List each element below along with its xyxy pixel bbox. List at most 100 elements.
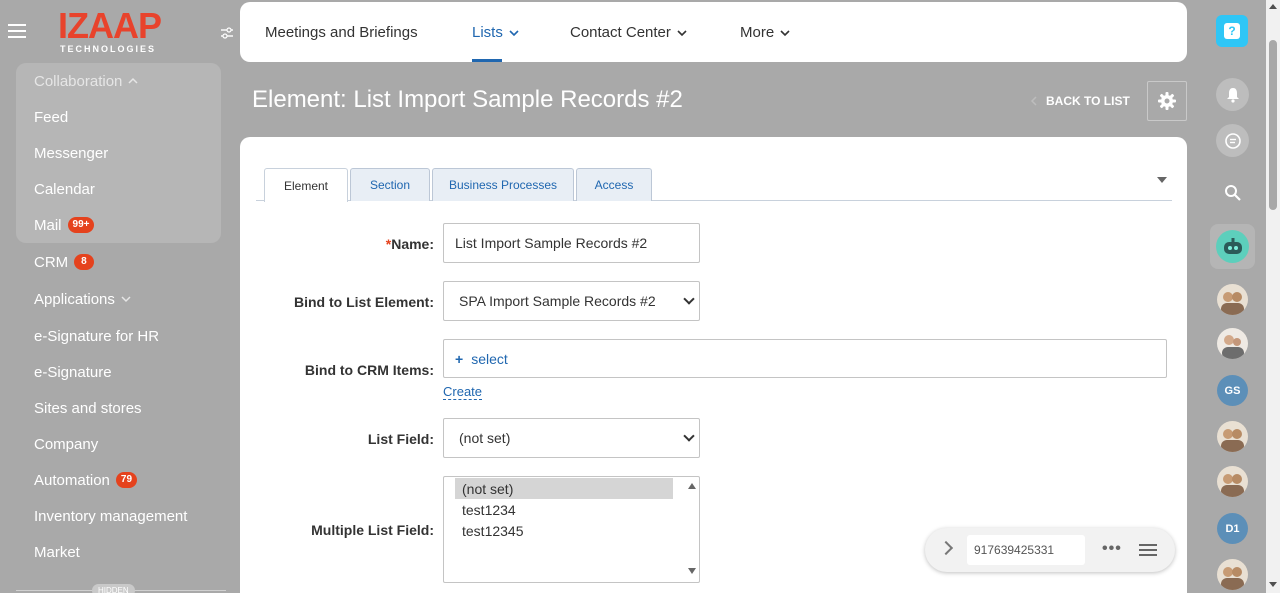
active-tab-indicator	[472, 59, 502, 62]
scroll-up-icon[interactable]	[688, 483, 696, 489]
list-option-selected[interactable]: (not set)	[455, 478, 673, 499]
sidebar-item-label: Market	[34, 543, 80, 561]
settings-button[interactable]	[1147, 81, 1187, 121]
avatar-initials[interactable]: D1	[1217, 513, 1248, 544]
avatar[interactable]	[1217, 421, 1248, 452]
sidebar-item-sites[interactable]: Sites and stores	[34, 398, 142, 418]
tab-label: Lists	[472, 24, 503, 41]
more-icon[interactable]: •••	[1102, 541, 1122, 557]
phone-number-input[interactable]: 917639425331	[967, 535, 1085, 565]
arrow-back-icon	[1030, 96, 1037, 106]
sidebar-item-inventory[interactable]: Inventory management	[34, 506, 187, 526]
sidebar-item-messenger[interactable]: Messenger	[34, 143, 108, 163]
back-to-list-link[interactable]: BACK TO LIST	[1030, 94, 1130, 108]
sidebar-item-calendar[interactable]: Calendar	[34, 179, 95, 199]
create-link[interactable]: Create	[443, 384, 483, 400]
tab-element[interactable]: Element	[264, 168, 348, 202]
question-icon: ?	[1224, 23, 1240, 39]
help-button[interactable]: ?	[1216, 15, 1248, 47]
scroll-down-icon[interactable]	[1269, 582, 1277, 587]
tab-label: Business Processes	[448, 178, 558, 192]
right-sidebar: ? GS D1	[1200, 0, 1266, 593]
avatar[interactable]	[1217, 559, 1248, 590]
sidebar-item-company[interactable]: Company	[34, 434, 98, 454]
tab-label: More	[740, 24, 775, 41]
sidebar-item-label: CRM	[34, 253, 69, 271]
bind-crm-label: Bind to CRM Items:	[304, 362, 434, 378]
sidebar-item-label: Sites and stores	[34, 399, 142, 417]
page-scrollbar[interactable]	[1266, 0, 1280, 593]
list-icon[interactable]	[1139, 543, 1157, 557]
scroll-up-icon[interactable]	[1269, 4, 1277, 9]
name-input[interactable]: List Import Sample Records #2	[443, 223, 700, 263]
mail-count-badge: 99+	[67, 217, 95, 233]
company-logo[interactable]: IZAAP TECHNOLOGIES	[58, 8, 168, 56]
chevron-right-icon[interactable]	[938, 540, 954, 556]
chevron-down-icon	[121, 296, 131, 303]
sidebar-item-label: Collaboration	[34, 72, 123, 90]
sidebar-item-esignature[interactable]: e-Signature	[34, 362, 112, 382]
avatar[interactable]	[1217, 466, 1248, 497]
sidebar-item-label: Feed	[34, 108, 69, 126]
chevron-down-icon	[677, 29, 687, 36]
tab-more[interactable]: More	[740, 24, 790, 41]
chat-button[interactable]	[1216, 124, 1249, 157]
back-to-list-label: BACK TO LIST	[1046, 94, 1130, 108]
sidebar-item-mail[interactable]: Mail 99+	[34, 215, 95, 235]
copilot-button[interactable]	[1210, 224, 1255, 269]
chevron-up-icon	[128, 77, 138, 84]
element-form-card: Element Section Business Processes Acces…	[240, 137, 1187, 593]
sidebar-item-label: Mail	[34, 216, 62, 234]
list-option[interactable]: test12345	[455, 520, 673, 541]
crm-items-field[interactable]: + select	[443, 339, 1167, 378]
sidebar-group-collaboration[interactable]: Collaboration	[34, 71, 138, 91]
tab-label: Element	[283, 178, 329, 193]
tab-lists[interactable]: Lists	[472, 24, 519, 41]
sidebar-item-label: Automation	[34, 471, 110, 489]
notifications-button[interactable]	[1216, 78, 1249, 111]
sidebar-item-market[interactable]: Market	[34, 542, 80, 562]
bell-icon	[1226, 87, 1239, 103]
list-field-label: List Field:	[367, 431, 434, 447]
avatar[interactable]	[1217, 328, 1248, 359]
menu-icon[interactable]	[8, 24, 26, 38]
sidebar-item-label: Company	[34, 435, 99, 453]
tab-meetings[interactable]: Meetings and Briefings	[265, 24, 418, 41]
sidebar-settings-icon[interactable]	[220, 26, 234, 40]
caret-down-icon[interactable]	[1157, 177, 1167, 183]
avatar[interactable]	[1217, 284, 1248, 315]
sidebar-item-esignature-hr[interactable]: e-Signature for HR	[34, 326, 159, 346]
multi-list-listbox[interactable]: (not set) test1234 test12345	[443, 476, 700, 583]
tab-contact-center[interactable]: Contact Center	[570, 24, 687, 41]
chevron-down-icon	[683, 293, 695, 305]
sidebar-item-automation[interactable]: Automation 79	[34, 470, 138, 490]
scroll-down-icon[interactable]	[688, 568, 696, 574]
list-option[interactable]: test1234	[455, 499, 673, 520]
tab-business-processes[interactable]: Business Processes	[432, 168, 574, 201]
tab-section[interactable]: Section	[350, 168, 430, 201]
tab-label: Access	[594, 178, 634, 192]
sidebar-item-label: Calendar	[34, 180, 95, 198]
tab-access[interactable]: Access	[576, 168, 652, 201]
sidebar-item-label: Applications	[34, 290, 115, 308]
sidebar-item-feed[interactable]: Feed	[34, 107, 68, 127]
hidden-items-toggle[interactable]: HIDDEN	[92, 584, 135, 593]
sidebar-item-label: Messenger	[34, 144, 109, 162]
avatar-initials[interactable]: GS	[1217, 375, 1248, 406]
listbox-scrollbar[interactable]	[685, 477, 699, 582]
sidebar-item-crm[interactable]: CRM 8	[34, 252, 94, 272]
search-button[interactable]	[1216, 176, 1249, 209]
list-field-select[interactable]: (not set)	[443, 418, 700, 458]
bind-list-select[interactable]: SPA Import Sample Records #2	[443, 281, 700, 321]
chevron-down-icon	[780, 29, 790, 36]
scrollbar-thumb[interactable]	[1269, 40, 1277, 210]
name-label: *Name:	[385, 236, 434, 252]
chevron-down-icon	[683, 430, 695, 442]
tab-label: Contact Center	[570, 24, 671, 41]
crm-select-link[interactable]: select	[471, 351, 508, 367]
sidebar-item-applications[interactable]: Applications	[34, 289, 131, 309]
left-sidebar: IZAAP TECHNOLOGIES Collaboration Feed Me…	[0, 0, 240, 593]
gear-icon	[1158, 92, 1176, 110]
sidebar-item-label: Inventory management	[34, 507, 188, 525]
robot-icon	[1216, 230, 1249, 263]
